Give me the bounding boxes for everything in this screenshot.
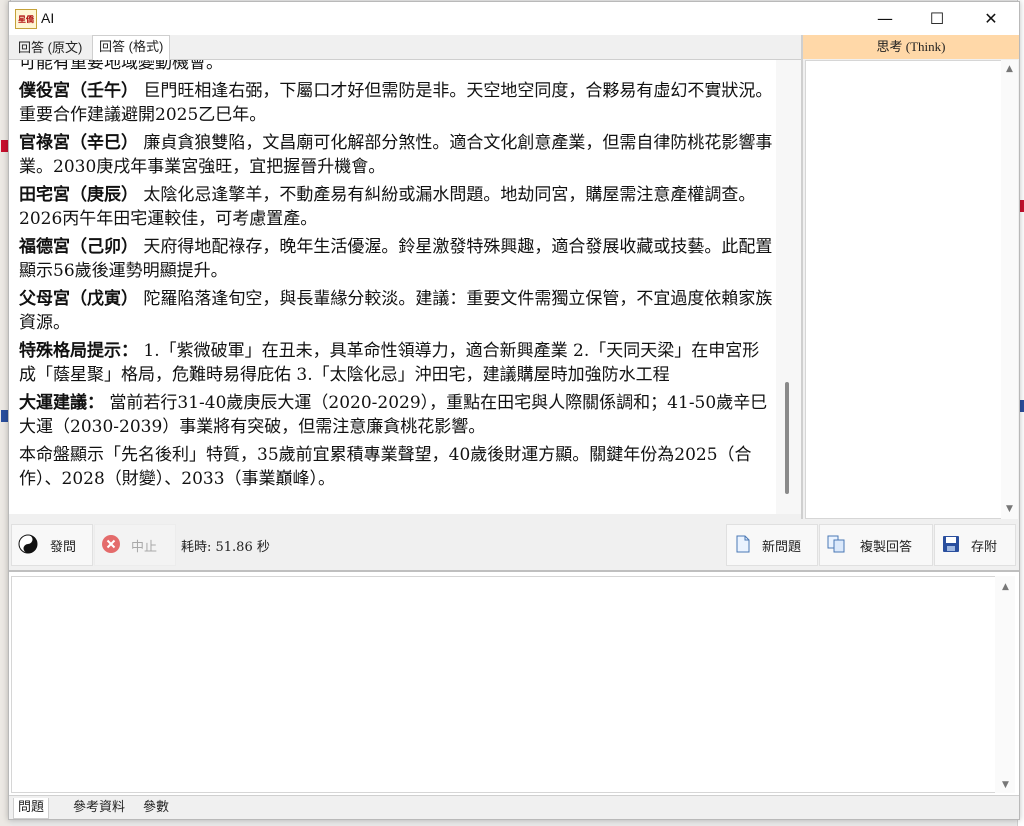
tab-parameters[interactable]: 參數 <box>139 798 173 818</box>
think-header: 思考 (Think) <box>803 35 1019 59</box>
scroll-down-icon[interactable]: ▼ <box>1001 504 1018 514</box>
stop-button-label: 中止 <box>131 540 158 555</box>
answer-paragraph: 父母宮（戊寅） 陀羅陷落逢旬空，與長輩緣分較淡。建議：重要文件需獨立保管，不宜過… <box>19 289 773 333</box>
stop-button[interactable]: 中止 <box>94 524 176 566</box>
answer-paragraph: 特殊格局提示： 1.「紫微破軍」在丑未，具革命性領導力，適合新興產業 2.「天同… <box>19 341 760 385</box>
window-title: AI <box>41 10 55 26</box>
answer-scrollbar[interactable] <box>776 60 801 514</box>
elapsed-time: 耗時: 51.86 秒 <box>181 540 270 555</box>
answer-paragraph: 大運建議： 當前若行31-40歲庚辰大運（2020-2029），重點在田宅與人際… <box>19 393 768 437</box>
yin-yang-icon <box>18 534 38 554</box>
tab-answer-formatted[interactable]: 回答 (格式) <box>92 35 171 60</box>
app-logo-icon: 星僑 <box>15 9 37 29</box>
copy-icon <box>827 535 845 553</box>
copy-answer-button[interactable]: 複製回答 <box>819 524 933 566</box>
ask-button-label: 發問 <box>50 540 77 555</box>
new-document-icon <box>736 535 750 553</box>
save-disk-icon <box>943 536 959 552</box>
copy-answer-label: 複製回答 <box>860 540 913 555</box>
tab-reference[interactable]: 參考資料 <box>69 798 129 818</box>
panel-splitter[interactable] <box>801 35 803 519</box>
maximize-button[interactable]: ☐ <box>911 2 963 35</box>
think-scrollbar[interactable]: ▲ ▼ <box>1001 60 1018 519</box>
new-question-label: 新問題 <box>762 540 802 555</box>
minimize-button[interactable]: — <box>859 2 911 35</box>
answer-paragraph: 福德宮（己卯） 天府得地配祿存，晚年生活優渥。鈴星激發特殊興趣，適合發展收藏或技… <box>19 237 773 281</box>
scroll-up-icon[interactable]: ▲ <box>997 582 1014 592</box>
title-bar[interactable]: 星僑 AI — ☐ ✕ <box>9 2 1019 35</box>
question-input[interactable] <box>11 576 996 793</box>
new-question-button[interactable]: 新問題 <box>726 524 818 566</box>
save-button-label: 存附 <box>971 540 998 555</box>
app-logo-text: 星僑 <box>18 14 34 24</box>
answer-paragraph: 可能有重要地域變動機會。 <box>19 60 223 73</box>
ask-button[interactable]: 發問 <box>11 524 93 566</box>
scroll-up-icon[interactable]: ▲ <box>1001 64 1018 74</box>
ai-window: 星僑 AI — ☐ ✕ 回答 (原文) 回答 (格式) 可能有重要地域變動機會。… <box>8 1 1020 820</box>
answer-paragraph: 官祿宮（辛巳） 廉貞貪狼雙陷，文昌廟可化解部分煞性。適合文化創意產業，但需自律防… <box>19 133 773 177</box>
bottom-tabs: 問題 參考資料 參數 <box>9 795 1019 819</box>
question-panel: ▲ ▼ <box>9 570 1019 797</box>
background-mark <box>1 140 8 152</box>
answer-scrollbar-thumb[interactable] <box>785 382 789 494</box>
tab-question[interactable]: 問題 <box>13 798 50 819</box>
save-button[interactable]: 存附 <box>934 524 1016 566</box>
answer-paragraph: 本命盤顯示「先名後利」特質，35歲前宜累積專業聲望，40歲後財運方顯。關鍵年份為… <box>19 445 752 489</box>
tab-answer-raw[interactable]: 回答 (原文) <box>12 37 88 58</box>
stop-icon <box>102 535 120 553</box>
answer-paragraph: 僕役宮（壬午） 巨門旺相逢右弼，下屬口才好但需防是非。天空地空同度，合夥易有虛幻… <box>19 81 773 125</box>
answer-panel[interactable]: 可能有重要地域變動機會。 僕役宮（壬午） 巨門旺相逢右弼，下屬口才好但需防是非。… <box>9 60 776 514</box>
think-panel[interactable] <box>805 60 1003 519</box>
background-mark <box>1 410 8 422</box>
close-button[interactable]: ✕ <box>965 2 1017 35</box>
question-scrollbar[interactable]: ▲ ▼ <box>995 576 1015 793</box>
answer-text: 可能有重要地域變動機會。 僕役宮（壬午） 巨門旺相逢右弼，下屬口才好但需防是非。… <box>19 60 775 495</box>
answer-paragraph: 田宅宮（庚辰） 太陰化忌逢擎羊，不動產易有糾紛或漏水問題。地劫同宮，購屋需注意產… <box>19 185 756 229</box>
toolbar: 發問 中止 耗時: 51.86 秒 新問題 複製回答 存附 <box>9 519 1019 569</box>
scroll-down-icon[interactable]: ▼ <box>997 780 1014 790</box>
answer-tabs: 回答 (原文) 回答 (格式) <box>9 35 801 60</box>
